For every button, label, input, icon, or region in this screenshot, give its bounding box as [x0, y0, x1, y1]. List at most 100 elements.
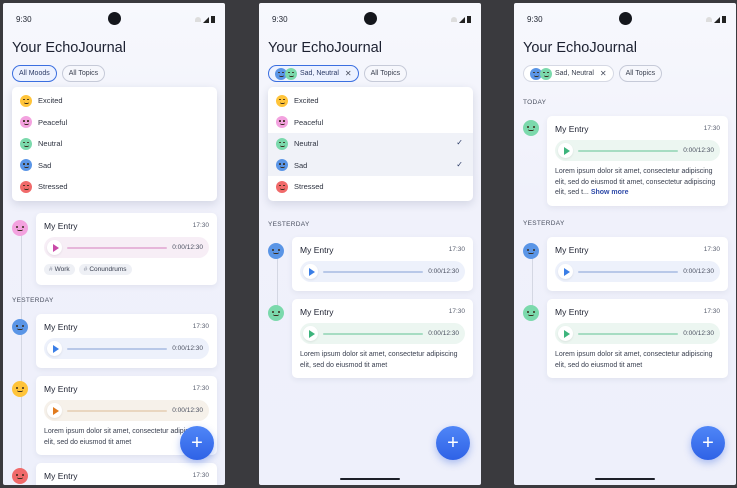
mood-dropdown: Excited Peaceful Neutral ✓ Sad ✓ Stressed	[268, 87, 473, 201]
neutral-face-icon	[276, 137, 288, 150]
audio-duration: 0:00/12:30	[428, 268, 459, 275]
play-icon[interactable]	[47, 403, 62, 418]
mood-option-sad[interactable]: Sad ✓	[268, 154, 473, 176]
camera-cutout	[108, 12, 121, 25]
entry-title: My Entry	[300, 245, 334, 255]
audio-progress-bar[interactable]	[578, 332, 679, 335]
entry-time: 17:30	[448, 308, 465, 315]
tag-conundrums[interactable]: # Conundrums	[78, 264, 132, 275]
mood-option-neutral[interactable]: Neutral	[12, 133, 217, 155]
mood-option-stressed[interactable]: Stressed	[12, 176, 217, 198]
sad-face-icon	[523, 243, 539, 259]
add-entry-button[interactable]: +	[691, 426, 725, 460]
play-icon[interactable]	[303, 326, 318, 341]
signal-icon	[459, 16, 465, 23]
play-icon[interactable]	[558, 264, 573, 279]
entry-card[interactable]: My Entry 17:30 0:00/12:30	[292, 237, 473, 291]
mood-option-sad[interactable]: Sad	[12, 155, 217, 177]
mood-option-excited[interactable]: Excited	[12, 90, 217, 112]
entry-title: My Entry	[555, 124, 589, 134]
checkmark-icon: ✓	[456, 138, 463, 147]
audio-duration: 0:00/12:30	[683, 147, 714, 154]
entry-card[interactable]: My Entry 17:30	[36, 463, 217, 485]
mood-option-excited[interactable]: Excited	[268, 90, 473, 112]
filter-bar: All Moods All Topics	[12, 65, 106, 82]
clear-filter-icon[interactable]: ✕	[600, 69, 607, 78]
play-icon[interactable]	[558, 326, 573, 341]
excited-face-icon	[276, 94, 288, 107]
entry-time: 17:30	[192, 222, 209, 229]
entry-card[interactable]: My Entry 17:30 0:00/12:30	[36, 314, 217, 368]
entry-time: 17:30	[448, 246, 465, 253]
entry-time: 17:30	[192, 385, 209, 392]
mood-option-peaceful[interactable]: Peaceful	[12, 112, 217, 134]
audio-progress-bar[interactable]	[578, 270, 679, 273]
peaceful-face-icon	[276, 116, 288, 129]
sad-face-icon	[20, 159, 32, 172]
tag-work[interactable]: # Work	[44, 264, 75, 275]
section-yesterday: YESTERDAY	[268, 221, 310, 228]
play-icon[interactable]	[303, 264, 318, 279]
all-topics-filter[interactable]: All Topics	[618, 65, 663, 82]
audio-player: 0:00/12:30	[44, 237, 209, 258]
peaceful-face-icon	[20, 116, 32, 129]
mood-label: Neutral	[294, 139, 319, 149]
mood-filter-chip[interactable]: Sad, Neutral ✕	[523, 65, 614, 82]
all-topics-filter[interactable]: All Topics	[61, 65, 106, 82]
camera-cutout	[364, 12, 377, 25]
add-entry-button[interactable]: +	[180, 426, 214, 460]
excited-face-icon	[20, 94, 32, 107]
mood-label: Peaceful	[294, 117, 324, 127]
clear-filter-icon[interactable]: ✕	[345, 69, 352, 78]
entry-card[interactable]: My Entry 17:30 0:00/12:30 # Work # Conundr…	[36, 213, 217, 285]
battery-icon	[722, 16, 726, 23]
show-more-link[interactable]: Show more	[591, 189, 629, 196]
mood-label: Sad	[38, 160, 52, 170]
audio-progress-bar[interactable]	[67, 347, 168, 350]
audio-player: 0:00/12:30	[555, 323, 720, 344]
entry-title: My Entry	[44, 322, 78, 332]
mood-filter-chip[interactable]: Sad, Neutral ✕	[268, 65, 359, 82]
status-bar: 9:30	[259, 3, 481, 33]
entry-tags: # Work # Conundrums	[44, 264, 209, 275]
sad-face-icon	[12, 319, 28, 335]
page-title: Your EchoJournal	[523, 40, 637, 56]
audio-progress-bar[interactable]	[323, 332, 424, 335]
mood-option-neutral[interactable]: Neutral ✓	[268, 133, 473, 155]
tag-label: Work	[54, 266, 70, 273]
mood-option-stressed[interactable]: Stressed	[268, 176, 473, 198]
audio-progress-bar[interactable]	[67, 409, 168, 412]
add-entry-button[interactable]: +	[436, 426, 470, 460]
audio-progress-bar[interactable]	[578, 149, 679, 152]
entry-title: My Entry	[555, 245, 589, 255]
play-icon[interactable]	[47, 240, 62, 255]
status-bar: 9:30	[3, 3, 225, 33]
all-moods-filter[interactable]: All Moods	[12, 65, 57, 82]
wifi-icon	[195, 17, 201, 22]
tag-label: Conundrums	[89, 266, 127, 273]
audio-progress-bar[interactable]	[323, 270, 424, 273]
entry-card[interactable]: My Entry 17:30 0:00/12:30 Lorem ipsum do…	[547, 299, 728, 378]
battery-icon	[211, 16, 215, 23]
timeline-line	[21, 233, 22, 483]
audio-duration: 0:00/12:30	[683, 268, 714, 275]
entry-card[interactable]: My Entry 17:30 0:00/12:30	[547, 237, 728, 291]
sad-face-icon	[268, 243, 284, 259]
entry-time: 17:30	[703, 246, 720, 253]
entry-card[interactable]: My Entry 17:30 0:00/12:30 Lorem ipsum do…	[547, 116, 728, 206]
all-topics-filter[interactable]: All Topics	[363, 65, 408, 82]
play-icon[interactable]	[47, 341, 62, 356]
stressed-face-icon	[20, 180, 32, 193]
entry-card[interactable]: My Entry 17:30 0:00/12:30 Lorem ipsum do…	[292, 299, 473, 378]
section-today: TODAY	[523, 99, 547, 106]
mood-option-peaceful[interactable]: Peaceful	[268, 112, 473, 134]
play-icon[interactable]	[558, 143, 573, 158]
entry-text: Lorem ipsum dolor sit amet, consectetur …	[555, 351, 713, 369]
section-yesterday: YESTERDAY	[523, 220, 565, 227]
mood-label: Neutral	[38, 139, 63, 149]
audio-duration: 0:00/12:30	[172, 345, 203, 352]
mood-label: Excited	[294, 96, 319, 106]
neutral-face-icon	[285, 67, 297, 80]
audio-progress-bar[interactable]	[67, 246, 168, 249]
audio-duration: 0:00/12:30	[683, 330, 714, 337]
